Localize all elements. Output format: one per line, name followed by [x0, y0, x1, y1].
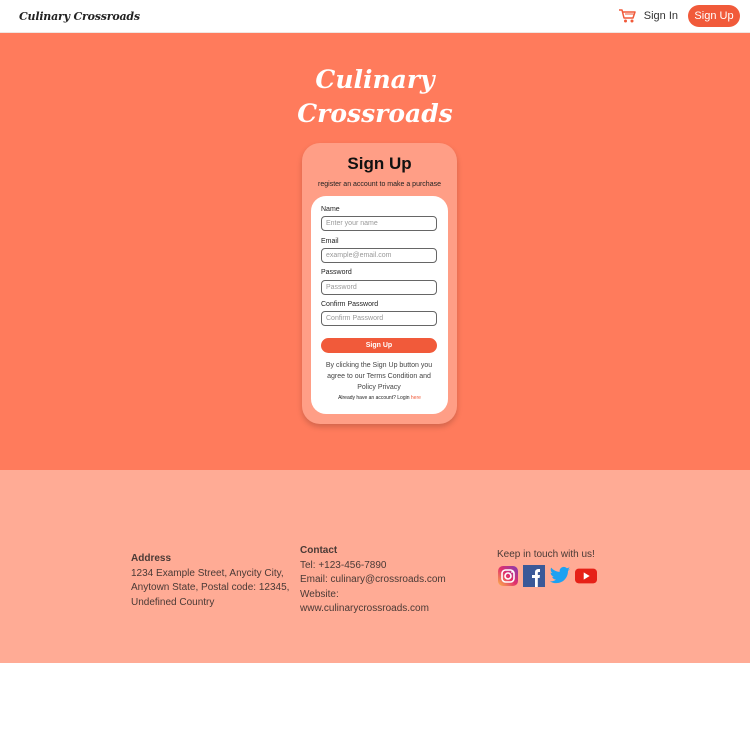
- footer-address: Address 1234 Example Street, Anycity Cit…: [131, 552, 291, 610]
- address-text: 1234 Example Street, Anycity City, Anyto…: [131, 567, 290, 608]
- submit-signup-button[interactable]: Sign Up: [321, 338, 437, 353]
- name-input[interactable]: Enter your name: [321, 216, 437, 231]
- confirm-password-label: Confirm Password: [321, 301, 379, 308]
- contact-website[interactable]: www.culinarycrossroads.com: [300, 602, 470, 617]
- brand-logo[interactable]: Culinary Crossroads: [19, 10, 140, 23]
- hero-logo-line2: Crossroads: [297, 99, 453, 128]
- hero-section: Culinary Crossroads Sign Up register an …: [0, 33, 750, 470]
- youtube-icon[interactable]: [575, 565, 597, 587]
- contact-website-label: Website:: [300, 588, 339, 600]
- login-prompt-text: Already have an account? Login: [338, 395, 410, 401]
- password-label: Password: [321, 269, 352, 276]
- name-label: Name: [321, 206, 340, 213]
- sign-in-link[interactable]: Sign In: [644, 10, 678, 22]
- contact-tel: Tel: +123-456-7890: [300, 559, 387, 571]
- instagram-icon[interactable]: [497, 565, 519, 587]
- footer: Address 1234 Example Street, Anycity Cit…: [0, 470, 750, 663]
- address-heading: Address: [131, 553, 172, 564]
- signup-title: Sign Up: [347, 154, 412, 173]
- signup-subtitle: register an account to make a purchase: [318, 181, 441, 188]
- twitter-icon[interactable]: [549, 565, 571, 587]
- login-link[interactable]: here: [411, 395, 421, 401]
- social-icons: [497, 564, 627, 587]
- sign-up-button[interactable]: Sign Up: [688, 5, 740, 27]
- contact-email: Email: culinary@crossroads.com: [300, 574, 446, 585]
- contact-heading: Contact: [300, 545, 338, 556]
- email-input[interactable]: example@email.com: [321, 248, 437, 263]
- signup-card: Sign Up register an account to make a pu…: [302, 143, 457, 424]
- footer-contact: Contact Tel: +123-456-7890 Email: culina…: [300, 544, 470, 617]
- footer-social: Keep in touch with us!: [497, 548, 627, 587]
- login-prompt: Already have an account? Login here: [311, 395, 448, 401]
- email-label: Email: [321, 238, 339, 245]
- signup-form: Name Enter your name Email example@email…: [311, 196, 448, 414]
- top-nav: Culinary Crossroads Sign In Sign Up: [0, 0, 750, 33]
- facebook-icon[interactable]: [523, 564, 545, 587]
- nav-actions: Sign In Sign Up: [618, 5, 740, 27]
- cart-icon[interactable]: [618, 8, 636, 24]
- terms-text: By clicking the Sign Up button you agree…: [325, 362, 433, 391]
- confirm-password-input[interactable]: Confirm Password: [321, 311, 437, 326]
- password-input[interactable]: Password: [321, 280, 437, 295]
- social-heading: Keep in touch with us!: [497, 549, 595, 560]
- hero-logo-line1: Culinary: [315, 65, 435, 94]
